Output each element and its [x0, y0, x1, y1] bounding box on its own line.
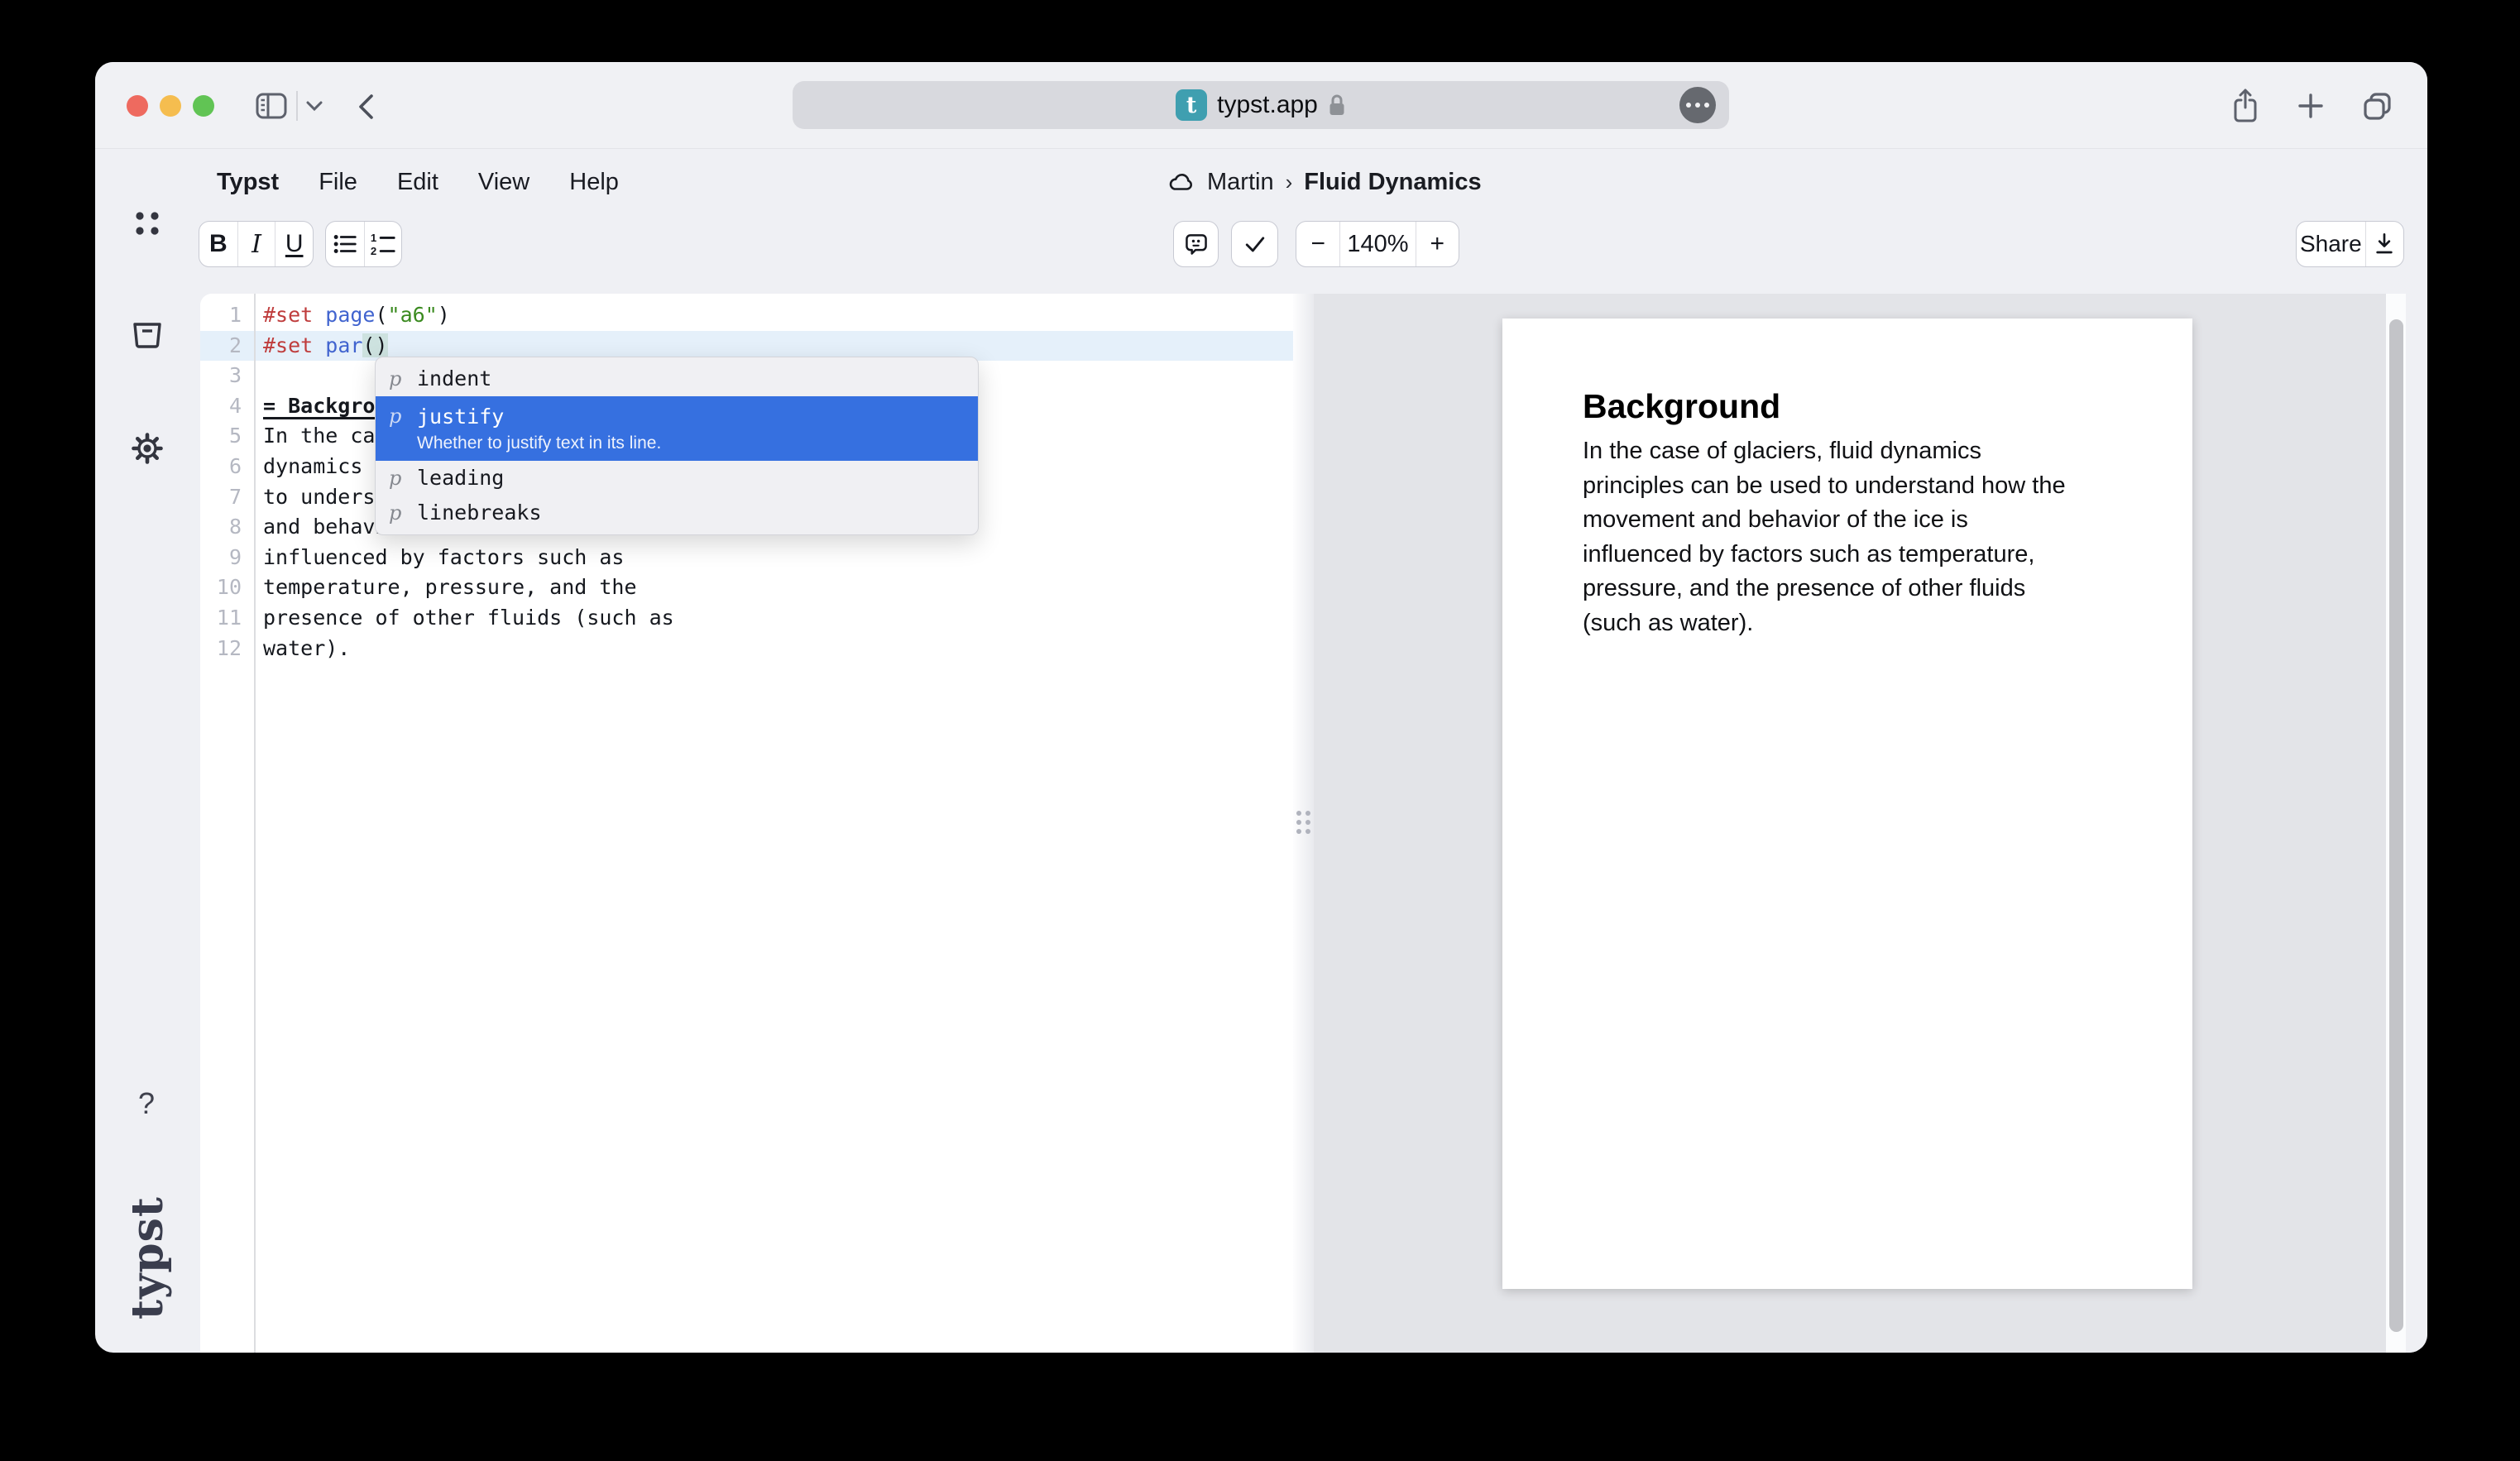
numbered-list-button[interactable]: 1 2	[364, 222, 402, 266]
line-number: 9	[200, 543, 254, 573]
list-style-group: 1 2	[325, 221, 402, 267]
minimize-window-button[interactable]	[160, 95, 181, 117]
line-number: 1	[200, 300, 254, 331]
line-number: 3	[200, 361, 254, 391]
bold-button[interactable]: B	[199, 222, 237, 266]
tab-overview-icon[interactable]	[2362, 91, 2393, 122]
code-text: influenced by factors such as	[254, 543, 625, 573]
autocomplete-item-selected[interactable]: p justify Whether to justify text in its…	[376, 396, 978, 461]
parameter-icon: p	[389, 461, 407, 496]
autocomplete-item[interactable]: p indent	[376, 362, 978, 396]
autocomplete-description: Whether to justify text in its line.	[417, 434, 978, 453]
parameter-icon: p	[389, 362, 407, 396]
code-line[interactable]: 11 presence of other fluids (such as	[200, 603, 1293, 634]
matched-bracket: (	[362, 333, 375, 357]
page-settings-ellipsis-button[interactable]	[1679, 87, 1716, 123]
lock-icon	[1328, 93, 1346, 117]
chevron-down-icon[interactable]	[305, 100, 323, 112]
parameter-icon: p	[389, 405, 407, 428]
typst-logo: typst	[112, 1191, 183, 1324]
line-number: 5	[200, 421, 254, 452]
parameter-icon: p	[389, 496, 407, 530]
apps-grid-icon[interactable]	[132, 208, 163, 239]
zoom-window-button[interactable]	[193, 95, 214, 117]
autocomplete-popup: p indent p justify Whether to justify te…	[375, 357, 979, 535]
titlebar-divider	[296, 91, 298, 121]
breadcrumb: Martin › Fluid Dynamics	[1166, 149, 1482, 215]
help-button[interactable]: ?	[138, 1086, 155, 1121]
line-number: 4	[200, 391, 254, 422]
comment-icon[interactable]	[1174, 222, 1218, 266]
italic-button[interactable]: I	[237, 222, 275, 266]
text-style-group: B I U	[199, 221, 314, 267]
code-text: water).	[254, 634, 350, 664]
code-line[interactable]: 9 influenced by factors such as	[200, 543, 1293, 573]
zoom-level[interactable]: 140%	[1339, 222, 1415, 266]
menu-view[interactable]: View	[478, 169, 529, 196]
matched-bracket: )	[375, 333, 387, 357]
share-page-icon[interactable]	[2230, 88, 2261, 124]
app-menubar: Typst File Edit View Help Martin › Fluid…	[95, 149, 2427, 215]
code-text: temperature, pressure, and the	[254, 572, 637, 603]
address-bar[interactable]: t typst.app	[793, 81, 1729, 129]
sidebar-toggle-icon[interactable]	[255, 92, 288, 120]
line-number: 10	[200, 572, 254, 603]
preview-scrollbar-thumb[interactable]	[2389, 319, 2403, 1332]
files-box-icon[interactable]	[132, 321, 163, 349]
zoom-in-button[interactable]: +	[1416, 222, 1459, 266]
autocomplete-item[interactable]: p linebreaks	[376, 496, 978, 530]
autocomplete-item[interactable]: p leading	[376, 461, 978, 496]
menu-help[interactable]: Help	[569, 169, 619, 196]
autoformat-button-group	[1231, 221, 1278, 267]
cloud-icon	[1166, 171, 1195, 193]
svg-text:2: 2	[371, 245, 376, 257]
code-line[interactable]: 1 #set page("a6")	[200, 300, 1293, 331]
document-page: Background In the case of glaciers, flui…	[1502, 319, 2192, 1289]
line-number: 8	[200, 512, 254, 543]
drag-handle-icon[interactable]	[1296, 811, 1310, 835]
back-button-icon[interactable]	[356, 92, 376, 122]
zoom-control-group: − 140% +	[1296, 221, 1459, 267]
line-number: 12	[200, 634, 254, 664]
underline-button[interactable]: U	[275, 222, 313, 266]
close-window-button[interactable]	[127, 95, 148, 117]
line-number: 6	[200, 452, 254, 482]
code-text: #set par()	[254, 331, 388, 362]
browser-titlebar: t typst.app	[95, 62, 2427, 149]
check-icon[interactable]	[1232, 222, 1277, 266]
gutter-divider	[254, 294, 256, 1353]
menu-typst[interactable]: Typst	[217, 169, 279, 196]
line-number: 11	[200, 603, 254, 634]
code-text: #set page("a6")	[254, 300, 450, 331]
bulleted-list-button[interactable]	[326, 222, 364, 266]
new-tab-plus-icon[interactable]	[2296, 91, 2326, 121]
document-paragraph: In the case of glaciers, fluid dynamics …	[1583, 434, 2145, 641]
code-text: presence of other fluids (such as	[254, 603, 674, 634]
comment-button-group	[1173, 221, 1219, 267]
screenshot-stage: t typst.app	[0, 0, 2520, 1461]
document-heading: Background	[1583, 387, 1780, 426]
breadcrumb-workspace[interactable]: Martin	[1207, 169, 1274, 196]
code-line[interactable]: 10 temperature, pressure, and the	[200, 572, 1293, 603]
breadcrumb-separator: ›	[1286, 170, 1293, 195]
download-icon[interactable]	[2365, 222, 2403, 266]
menu-file[interactable]: File	[319, 169, 357, 196]
svg-text:1: 1	[371, 232, 376, 244]
share-button[interactable]: Share	[2297, 222, 2365, 266]
menu-items: Typst File Edit View Help	[217, 149, 619, 215]
line-number: 7	[200, 482, 254, 513]
code-line[interactable]: 12 water).	[200, 634, 1293, 664]
line-number: 2	[200, 331, 254, 362]
menu-edit[interactable]: Edit	[397, 169, 438, 196]
pane-resize-divider[interactable]	[1293, 294, 1314, 1353]
url-host: typst.app	[1217, 91, 1318, 119]
preview-pane[interactable]: Background In the case of glaciers, flui…	[1314, 294, 2386, 1353]
site-favicon: t	[1176, 89, 1207, 121]
zoom-out-button[interactable]: −	[1296, 222, 1339, 266]
right-margin-strip	[2406, 294, 2427, 1353]
browser-window: t typst.app	[95, 62, 2427, 1353]
breadcrumb-document-title[interactable]: Fluid Dynamics	[1304, 169, 1481, 196]
share-export-group: Share	[2296, 221, 2404, 267]
gear-icon[interactable]	[132, 433, 163, 464]
